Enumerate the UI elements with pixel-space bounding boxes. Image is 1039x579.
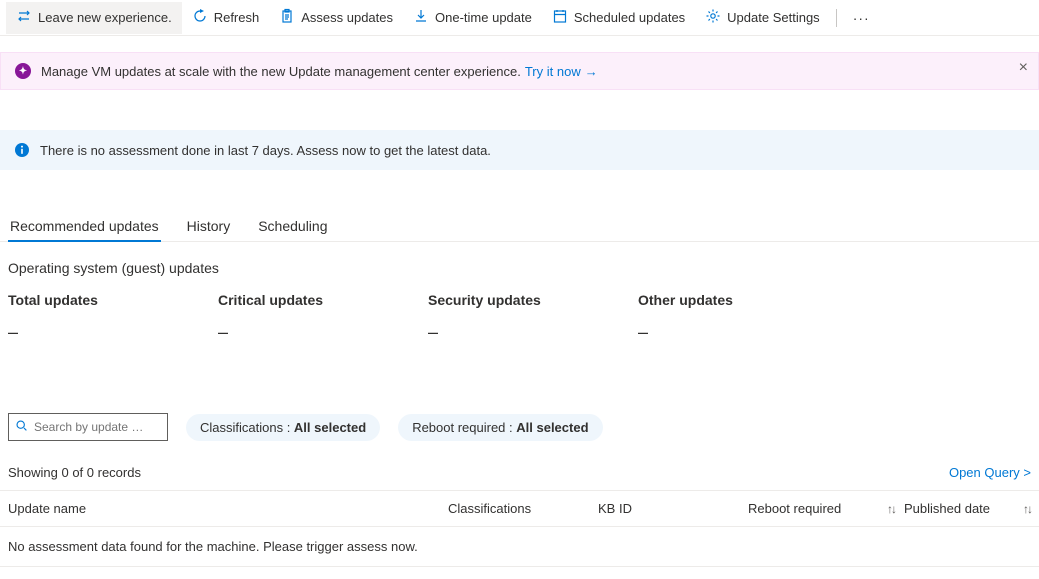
metric-total: Total updates – bbox=[8, 292, 218, 343]
column-classifications[interactable]: Classifications bbox=[448, 501, 598, 516]
one-time-update-button[interactable]: One-time update bbox=[403, 2, 542, 34]
column-reboot[interactable]: Reboot required bbox=[748, 501, 878, 516]
assess-updates-button[interactable]: Assess updates bbox=[269, 2, 403, 34]
filters-row: Classifications : All selected Reboot re… bbox=[0, 413, 1039, 441]
search-icon bbox=[15, 419, 28, 435]
one-time-update-label: One-time update bbox=[435, 10, 532, 25]
banner-close-button[interactable]: × bbox=[1019, 59, 1028, 77]
gear-icon bbox=[705, 8, 721, 27]
scheduled-updates-button[interactable]: Scheduled updates bbox=[542, 2, 695, 34]
metric-critical: Critical updates – bbox=[218, 292, 428, 343]
metric-security-label: Security updates bbox=[428, 292, 638, 308]
sort-icon: ↑↓ bbox=[1023, 502, 1031, 516]
filter-reboot-value: All selected bbox=[516, 420, 588, 435]
metrics-row: Total updates – Critical updates – Secur… bbox=[0, 292, 1039, 343]
metric-security-value: – bbox=[428, 322, 638, 343]
leave-experience-label: Leave new experience. bbox=[38, 10, 172, 25]
arrow-right-icon: → bbox=[585, 64, 598, 79]
info-bar-text: There is no assessment done in last 7 da… bbox=[40, 143, 491, 158]
column-published[interactable]: Published date bbox=[904, 501, 1014, 516]
refresh-button[interactable]: Refresh bbox=[182, 2, 270, 34]
filter-classifications-label: Classifications : bbox=[200, 420, 294, 435]
calendar-icon bbox=[552, 8, 568, 27]
search-input[interactable] bbox=[34, 420, 161, 434]
metric-critical-value: – bbox=[218, 322, 428, 343]
tab-scheduling-label: Scheduling bbox=[258, 218, 327, 234]
tabs: Recommended updates History Scheduling bbox=[0, 212, 1039, 242]
records-summary: Showing 0 of 0 records bbox=[8, 465, 141, 480]
grid-empty-message: No assessment data found for the machine… bbox=[0, 527, 1039, 567]
metric-other-value: – bbox=[638, 322, 848, 343]
metric-security: Security updates – bbox=[428, 292, 638, 343]
filter-classifications[interactable]: Classifications : All selected bbox=[186, 414, 380, 441]
column-kbid[interactable]: KB ID bbox=[598, 501, 748, 516]
tab-recommended-label: Recommended updates bbox=[10, 218, 159, 234]
refresh-icon bbox=[192, 8, 208, 27]
filter-classifications-value: All selected bbox=[294, 420, 366, 435]
more-menu-button[interactable]: ··· bbox=[843, 10, 880, 26]
rocket-icon: ✦ bbox=[15, 63, 31, 79]
metric-critical-label: Critical updates bbox=[218, 292, 428, 308]
metric-total-value: – bbox=[8, 322, 218, 343]
leave-experience-button[interactable]: Leave new experience. bbox=[6, 2, 182, 34]
assess-updates-label: Assess updates bbox=[301, 10, 393, 25]
promo-banner-text: Manage VM updates at scale with the new … bbox=[41, 64, 521, 79]
promo-banner: ✦ Manage VM updates at scale with the ne… bbox=[0, 52, 1039, 90]
update-settings-button[interactable]: Update Settings bbox=[695, 2, 830, 34]
try-it-now-label: Try it now bbox=[525, 64, 581, 79]
refresh-label: Refresh bbox=[214, 10, 260, 25]
search-box[interactable] bbox=[8, 413, 168, 441]
metric-other-label: Other updates bbox=[638, 292, 848, 308]
toolbar-divider bbox=[836, 9, 837, 27]
tab-recommended[interactable]: Recommended updates bbox=[8, 212, 161, 242]
filter-reboot[interactable]: Reboot required : All selected bbox=[398, 414, 602, 441]
metric-other: Other updates – bbox=[638, 292, 848, 343]
tab-history-label: History bbox=[187, 218, 231, 234]
column-reboot-sort[interactable]: ↑↓ bbox=[878, 501, 904, 516]
info-bar: There is no assessment done in last 7 da… bbox=[0, 130, 1039, 170]
grid-header: Update name Classifications KB ID Reboot… bbox=[0, 490, 1039, 527]
metric-total-label: Total updates bbox=[8, 292, 218, 308]
info-icon bbox=[14, 142, 30, 158]
records-summary-row: Showing 0 of 0 records Open Query > bbox=[0, 465, 1039, 480]
update-settings-label: Update Settings bbox=[727, 10, 820, 25]
command-bar: Leave new experience. Refresh Assess upd… bbox=[0, 0, 1039, 36]
scheduled-updates-label: Scheduled updates bbox=[574, 10, 685, 25]
tab-history[interactable]: History bbox=[185, 212, 233, 241]
sort-icon: ↑↓ bbox=[887, 502, 895, 516]
column-update-name[interactable]: Update name bbox=[8, 501, 448, 516]
swap-icon bbox=[16, 8, 32, 27]
try-it-now-link[interactable]: Try it now → bbox=[525, 64, 598, 79]
open-query-link[interactable]: Open Query > bbox=[949, 465, 1031, 480]
clipboard-icon bbox=[279, 8, 295, 27]
section-title: Operating system (guest) updates bbox=[8, 260, 1031, 276]
download-icon bbox=[413, 8, 429, 27]
tab-scheduling[interactable]: Scheduling bbox=[256, 212, 329, 241]
filter-reboot-label: Reboot required : bbox=[412, 420, 516, 435]
column-published-sort[interactable]: ↑↓ bbox=[1014, 501, 1039, 516]
